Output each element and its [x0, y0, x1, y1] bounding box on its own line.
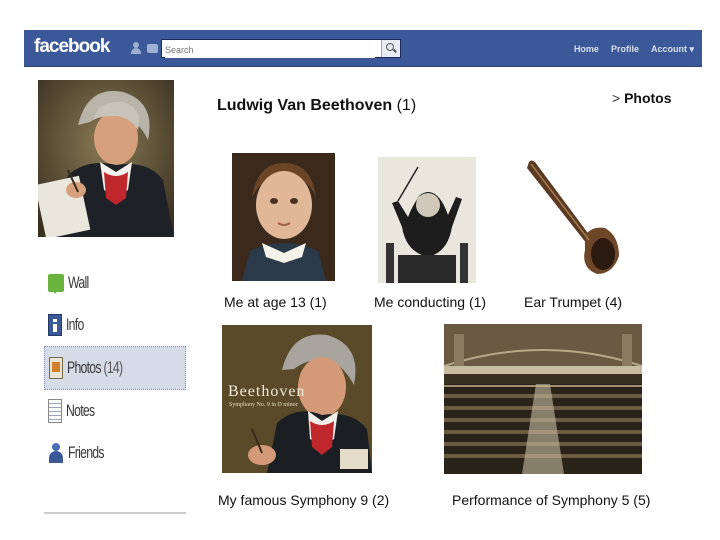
search-box	[161, 39, 401, 58]
sidebar-photos-text: Photos	[67, 358, 102, 377]
friend-requests-icon[interactable]	[130, 42, 142, 54]
sidebar-item-label: Wall	[68, 273, 89, 292]
profile-picture[interactable]	[38, 80, 174, 237]
album-caption[interactable]: My famous Symphony 9 (2)	[218, 492, 389, 508]
album-thumbnail-performance[interactable]	[444, 324, 642, 474]
nav-account-menu[interactable]: Account ▾	[651, 44, 694, 55]
breadcrumb-photos-link[interactable]: Photos	[624, 90, 671, 106]
profile-sidebar-menu: Wall Info Photos (14) Notes Friends	[44, 262, 186, 474]
album-caption[interactable]: Me at age 13 (1)	[224, 294, 327, 310]
sidebar-item-friends[interactable]: Friends	[44, 432, 186, 474]
sidebar-item-label: Notes	[66, 401, 95, 420]
search-icon[interactable]	[381, 40, 400, 57]
sidebar-item-info[interactable]: Info	[44, 304, 186, 346]
page-title: Ludwig Van Beethoven (1)	[217, 97, 416, 115]
photos-icon	[49, 357, 63, 379]
nav-home-link[interactable]: Home	[574, 44, 599, 55]
album-caption[interactable]: Ear Trumpet (4)	[524, 294, 622, 310]
sidebar-item-label: Info	[66, 315, 84, 334]
sidebar-item-label: Photos (14)	[67, 358, 123, 378]
album-caption[interactable]: Me conducting (1)	[374, 294, 486, 310]
messages-icon[interactable]	[147, 44, 158, 53]
breadcrumb-separator: >	[612, 90, 621, 106]
sidebar-item-photos[interactable]: Photos (14)	[44, 346, 186, 390]
wall-icon	[48, 274, 64, 294]
sidebar-item-wall[interactable]: Wall	[44, 262, 186, 304]
album-thumbnail-age-13[interactable]	[232, 153, 335, 281]
friends-icon	[48, 442, 64, 464]
sidebar-divider	[44, 512, 186, 514]
album-cover-subtitle: Symphony No. 9 in D minor	[229, 402, 298, 408]
sidebar-item-notes[interactable]: Notes	[44, 390, 186, 432]
top-navigation-bar: facebook Home Profile Account ▾	[24, 30, 702, 67]
album-caption[interactable]: Performance of Symphony 5 (5)	[452, 492, 650, 508]
profile-name[interactable]: Ludwig Van Beethoven	[217, 97, 392, 114]
sidebar-photos-count: (14)	[103, 358, 123, 377]
nav-profile-link[interactable]: Profile	[611, 44, 639, 55]
search-input[interactable]	[165, 42, 375, 58]
facebook-logo[interactable]: facebook	[34, 36, 110, 58]
album-thumbnail-conducting[interactable]	[378, 157, 476, 283]
album-cover-title: Beethoven	[228, 383, 306, 400]
top-nav-links: Home Profile Account ▾	[574, 44, 694, 55]
breadcrumb: > Photos	[612, 90, 672, 106]
info-icon	[48, 314, 62, 336]
sidebar-item-label: Friends	[68, 443, 104, 462]
notes-icon	[48, 399, 62, 423]
profile-count: (1)	[396, 97, 417, 114]
album-thumbnail-symphony-9[interactable]: Beethoven Symphony No. 9 in D minor	[222, 325, 372, 473]
album-thumbnail-ear-trumpet[interactable]	[515, 156, 625, 281]
